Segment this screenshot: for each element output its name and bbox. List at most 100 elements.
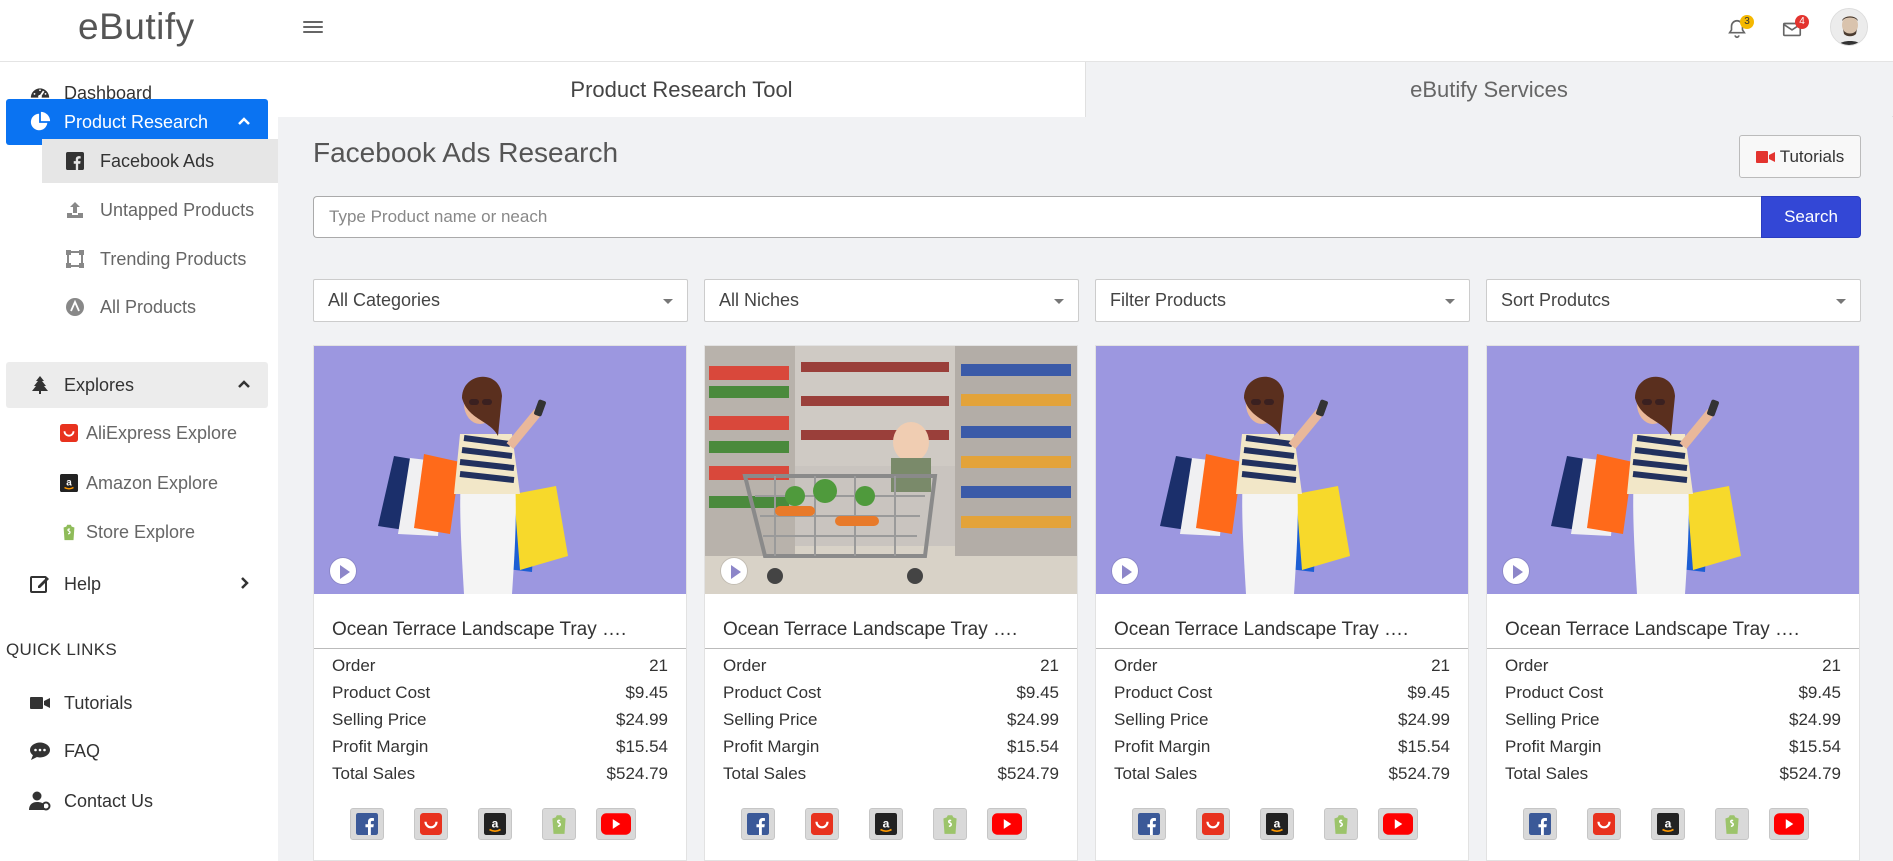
search-bar: Search (313, 196, 1861, 238)
filter-products-select[interactable]: Filter Products (1095, 279, 1470, 322)
stat-row: Order 21 (332, 652, 668, 679)
product-card[interactable]: Ocean Terrace Landscape Tray …. Order 21 Pr… (313, 345, 687, 861)
shopify-icon[interactable] (542, 808, 576, 840)
user-avatar[interactable] (1830, 8, 1868, 46)
caret-down-icon (1836, 299, 1846, 304)
stat-label: Profit Margin (332, 737, 429, 756)
niches-select[interactable]: All Niches (704, 279, 1079, 322)
sidebar: Dashboard Product Research Facebook Ads … (0, 62, 278, 861)
youtube-icon[interactable] (1769, 808, 1809, 840)
product-image-container[interactable] (1096, 346, 1468, 594)
marketplace-links: a (350, 808, 650, 842)
stat-row: Profit Margin $15.54 (1114, 733, 1450, 760)
aliexpress-icon[interactable] (1587, 808, 1621, 840)
stat-row: Selling Price $24.99 (332, 706, 668, 733)
edit-icon (28, 573, 52, 595)
sidebar-item-store-explore[interactable]: Store Explore (42, 510, 278, 554)
divider (314, 648, 686, 649)
sidebar-item-tutorials[interactable]: Tutorials (6, 680, 268, 726)
product-card[interactable]: Ocean Terrace Landscape Tray …. Order 21 Pr… (1486, 345, 1860, 861)
product-image-container[interactable] (1487, 346, 1859, 594)
tutorials-button[interactable]: Tutorials (1739, 135, 1861, 178)
menu-toggle-icon[interactable] (303, 18, 323, 38)
product-title[interactable]: Ocean Terrace Landscape Tray …. (723, 619, 1017, 641)
facebook-icon[interactable] (350, 808, 384, 840)
product-title[interactable]: Ocean Terrace Landscape Tray …. (1505, 619, 1799, 641)
aliexpress-icon[interactable] (1196, 808, 1230, 840)
shopify-icon[interactable] (1324, 808, 1358, 840)
youtube-icon[interactable] (987, 808, 1027, 840)
amazon-icon[interactable]: a (478, 808, 512, 840)
brand-logo[interactable]: eButify (78, 6, 195, 48)
stat-row: Total Sales $524.79 (1505, 760, 1841, 787)
facebook-icon[interactable] (741, 808, 775, 840)
filter-products-select-value: Filter Products (1110, 290, 1227, 310)
stat-row: Profit Margin $15.54 (1505, 733, 1841, 760)
play-video-icon[interactable] (330, 558, 356, 584)
aliexpress-icon[interactable] (805, 808, 839, 840)
aliexpress-icon[interactable] (414, 808, 448, 840)
stat-label: Product Cost (332, 683, 431, 702)
tab-bar: Product Research Tool eButify Services (278, 62, 1893, 117)
product-stats: Order 21 Product Cost $9.45 Selling Price $24… (1114, 652, 1450, 787)
search-input[interactable] (313, 196, 1761, 238)
amazon-icon[interactable]: a (1651, 808, 1685, 840)
categories-select[interactable]: All Categories (313, 279, 688, 322)
sidebar-item-label: Tutorials (64, 692, 133, 713)
sidebar-item-faq[interactable]: FAQ (6, 728, 268, 774)
youtube-icon[interactable] (596, 808, 636, 840)
sidebar-item-label: FAQ (64, 740, 101, 761)
sidebar-item-label: Trending Products (100, 248, 247, 269)
stat-value: $24.99 (1007, 710, 1059, 729)
sidebar-item-contact-us[interactable]: Contact Us (6, 778, 268, 824)
sidebar-item-facebook-ads[interactable]: Facebook Ads (42, 139, 278, 183)
play-video-icon[interactable] (721, 558, 747, 584)
amazon-icon[interactable]: a (869, 808, 903, 840)
messages-button[interactable]: 4 (1781, 15, 1809, 42)
tab-product-research-tool[interactable]: Product Research Tool (278, 62, 1085, 117)
product-card[interactable]: Ocean Terrace Landscape Tray …. Order 21 Pr… (1095, 345, 1469, 861)
stat-label: Profit Margin (1114, 737, 1211, 756)
product-card[interactable]: Ocean Terrace Landscape Tray …. Order 21 Pr… (704, 345, 1078, 861)
stat-row: Product Cost $9.45 (1114, 679, 1450, 706)
svg-text:a: a (883, 816, 890, 830)
search-button[interactable]: Search (1761, 196, 1861, 238)
stat-value: $24.99 (616, 710, 668, 729)
play-video-icon[interactable] (1112, 558, 1138, 584)
stat-row: Order 21 (1505, 652, 1841, 679)
product-image-container[interactable] (705, 346, 1077, 594)
stat-value: $524.79 (606, 764, 668, 783)
shopify-icon[interactable] (1715, 808, 1749, 840)
quick-links-heading: QUICK LINKS (6, 640, 117, 659)
tab-ebutify-services[interactable]: eButify Services (1085, 62, 1892, 117)
sidebar-item-all-products[interactable]: All Products (42, 285, 278, 329)
sidebar-item-aliexpress-explore[interactable]: AliExpress Explore (42, 411, 278, 455)
sidebar-item-amazon-explore[interactable]: a Amazon Explore (42, 461, 278, 505)
stat-value: 21 (1040, 656, 1059, 675)
product-title[interactable]: Ocean Terrace Landscape Tray …. (332, 619, 626, 641)
stat-value: 21 (1431, 656, 1450, 675)
play-video-icon[interactable] (1503, 558, 1529, 584)
shopify-icon[interactable] (933, 808, 967, 840)
facebook-icon[interactable] (1523, 808, 1557, 840)
amazon-icon[interactable]: a (1260, 808, 1294, 840)
sidebar-item-label: Product Research (64, 111, 209, 132)
stat-value: $9.45 (1407, 683, 1450, 702)
sidebar-item-label: Amazon Explore (86, 472, 219, 493)
product-title[interactable]: Ocean Terrace Landscape Tray …. (1114, 619, 1408, 641)
sidebar-item-help[interactable]: Help (6, 561, 268, 607)
stat-value: $9.45 (1016, 683, 1059, 702)
caret-down-icon (663, 299, 673, 304)
stat-label: Selling Price (332, 710, 427, 729)
notifications-button[interactable]: 3 (1726, 15, 1754, 42)
product-image-container[interactable] (314, 346, 686, 594)
stat-value: $524.79 (997, 764, 1059, 783)
sidebar-item-explores[interactable]: Explores (6, 362, 268, 408)
facebook-icon[interactable] (1132, 808, 1166, 840)
categories-select-value: All Categories (328, 290, 441, 310)
stat-label: Product Cost (1114, 683, 1213, 702)
youtube-icon[interactable] (1378, 808, 1418, 840)
sidebar-item-trending-products[interactable]: Trending Products (42, 237, 278, 281)
sidebar-item-untapped-products[interactable]: Untapped Products (42, 188, 278, 232)
sort-products-select[interactable]: Sort Produtcs (1486, 279, 1861, 322)
